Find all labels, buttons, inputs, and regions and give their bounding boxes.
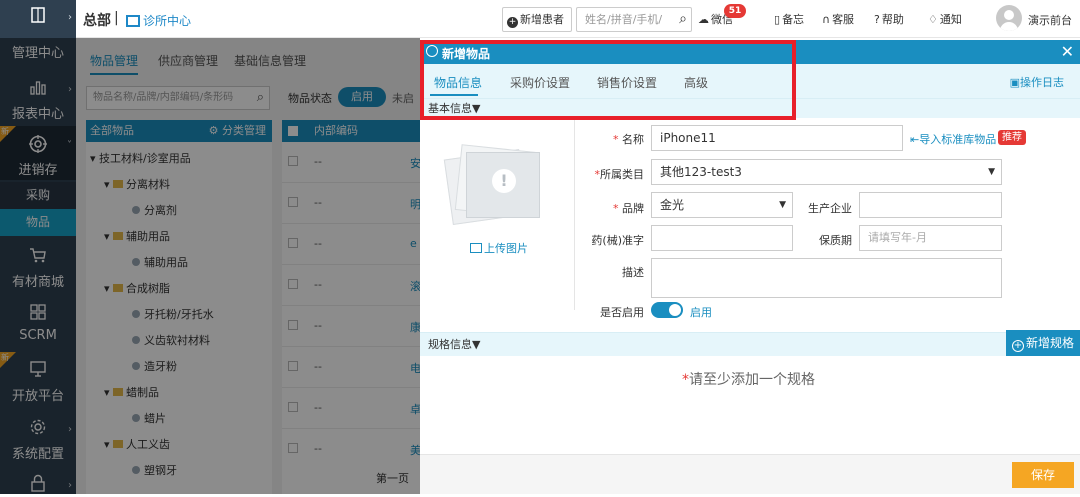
brand-separator: | (114, 10, 119, 26)
shelf-life-input[interactable]: 请填写年-月 (859, 225, 1002, 251)
brand-title[interactable]: 总部 (83, 10, 111, 30)
image-icon (470, 243, 482, 253)
recommend-badge: 推荐 (998, 130, 1026, 145)
alert-icon: ! (492, 169, 516, 193)
memo-label: 备忘 (782, 13, 805, 26)
add-spec-button[interactable]: + 新增规格 (1006, 330, 1080, 356)
wechat-count-badge: 51 (724, 4, 746, 18)
help-icon: ? (874, 13, 880, 26)
image-upload-area: ! 上传图片 (420, 118, 575, 310)
sidebar-item-top[interactable]: › (0, 6, 76, 40)
headset-icon: ∩ (822, 13, 831, 26)
name-input[interactable]: iPhone11 (651, 125, 903, 151)
dropdown-caret-icon: ▼ (779, 200, 786, 210)
clinic-icon (126, 15, 140, 27)
modal-overlay (0, 38, 420, 494)
new-patient-label: 新增患者 (520, 13, 564, 26)
search-icon[interactable]: ⌕ (679, 8, 687, 31)
dialog-footer: 保存 (420, 454, 1080, 494)
maker-label: 生产企业 (808, 202, 852, 215)
spec-info-section-header[interactable]: 规格信息▼ (420, 332, 1080, 356)
service-link[interactable]: ∩ 客服 (822, 11, 854, 27)
help-link[interactable]: ? 帮助 (874, 11, 904, 27)
bell-icon: ♢ (928, 13, 938, 26)
shelf-life-label: 保质期 (819, 234, 852, 247)
dropdown-caret-icon: ▼ (988, 167, 995, 177)
brand-label: * 品牌 (613, 202, 644, 215)
patient-search-input[interactable]: 姓名/拼音/手机/ ⌕ (576, 7, 692, 32)
add-circle-icon: + (1011, 340, 1024, 352)
maker-input[interactable] (859, 192, 1002, 218)
avatar[interactable] (996, 5, 1022, 31)
enabled-toggle-label: 启用 (690, 306, 712, 319)
upload-image-link[interactable]: 上传图片 (470, 240, 528, 256)
category-label: *所属类目 (594, 168, 645, 181)
enabled-label: 是否启用 (600, 306, 644, 319)
brand-select[interactable]: 金光 ▼ (651, 192, 793, 218)
operation-log-link[interactable]: ▣操作日志 (1010, 74, 1064, 90)
search-placeholder: 姓名/拼音/手机/ (585, 13, 663, 26)
chevron-right-icon: › (68, 12, 72, 23)
wechat-icon: ☁ (698, 13, 709, 26)
clinic-center-link[interactable]: 诊所中心 (126, 12, 191, 29)
empty-spec-message: *请至少添加一个规格 (682, 372, 815, 388)
approval-input[interactable] (651, 225, 793, 251)
memo-link[interactable]: ▯ 备忘 (774, 11, 804, 27)
import-icon: ⇤ (910, 133, 920, 146)
user-name[interactable]: 演示前台 (1028, 12, 1072, 28)
top-bar: 总部 | 诊所中心 + 新增患者 姓名/拼音/手机/⌕ ☁ 微信 51 ▯ 备忘 ∩ 客… (76, 0, 1080, 38)
notify-link[interactable]: ♢ 通知 (928, 11, 962, 27)
save-button[interactable]: 保存 (1012, 462, 1074, 488)
memo-icon: ▯ (774, 13, 781, 26)
approval-label: 药(械)准字 (591, 234, 644, 247)
category-select[interactable]: 其他123-test3 ▼ (651, 159, 1002, 185)
close-icon[interactable]: ✕ (1061, 42, 1074, 61)
log-icon: ▣ (1009, 76, 1020, 89)
annotation-highlight-box (420, 40, 796, 120)
description-textarea[interactable] (651, 258, 1002, 298)
clinic-label: 诊所中心 (143, 14, 192, 28)
help-label: 帮助 (881, 13, 904, 26)
description-label: 描述 (622, 266, 644, 279)
new-patient-button[interactable]: + 新增患者 (502, 7, 572, 32)
notify-label: 通知 (939, 13, 962, 26)
name-label: * 名称 (613, 133, 644, 146)
image-placeholder-icon: ! (466, 152, 540, 218)
enabled-toggle[interactable] (651, 302, 683, 318)
service-label: 客服 (832, 13, 855, 26)
import-standard-link[interactable]: ⇤导入标准库物品 (910, 131, 996, 147)
book-icon (27, 6, 49, 26)
plus-icon: + (507, 17, 518, 28)
